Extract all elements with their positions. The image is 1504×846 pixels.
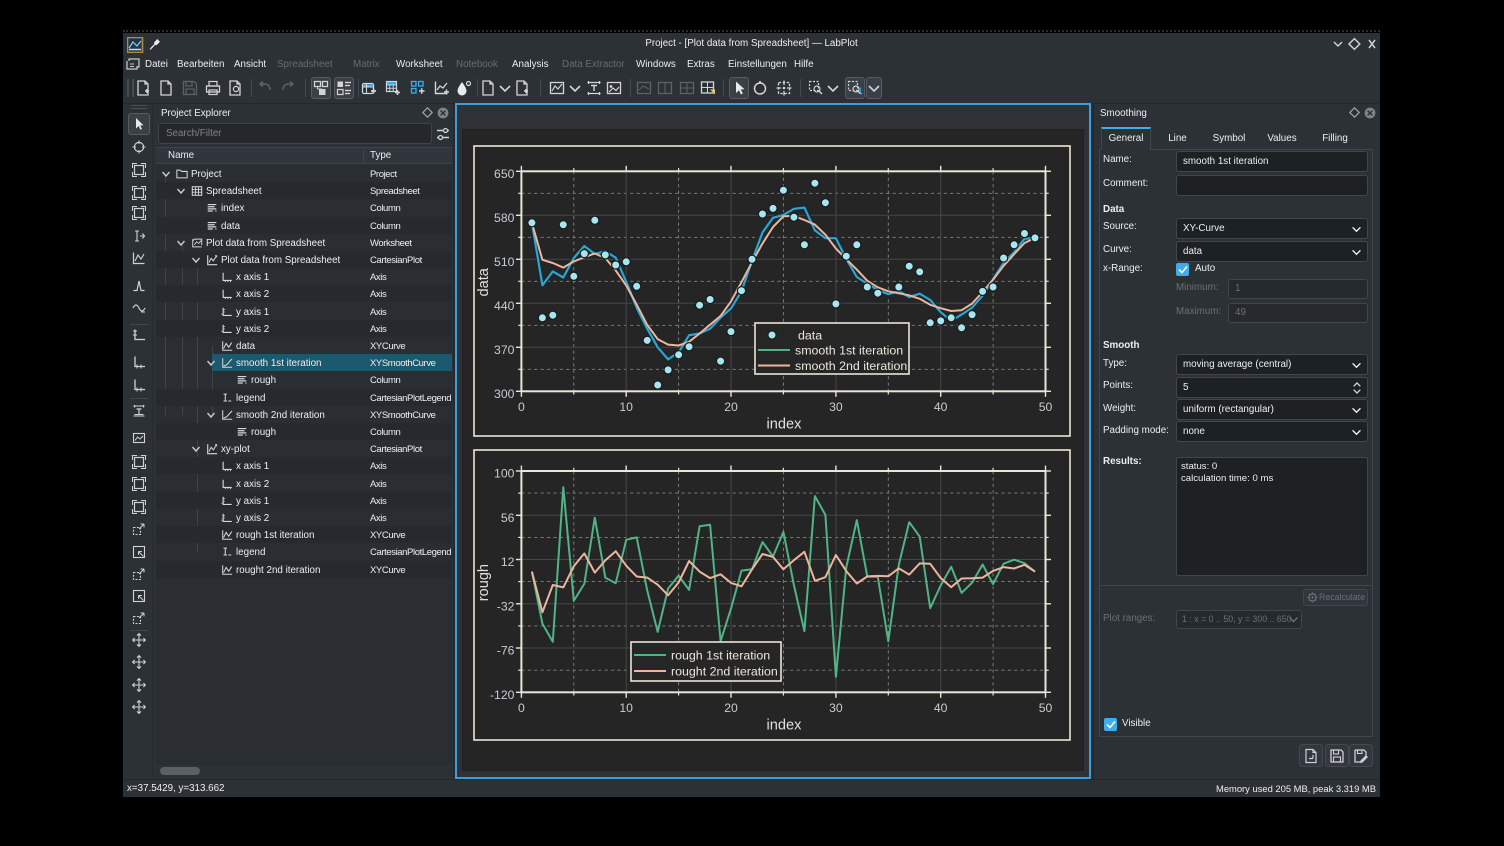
svg-text:300: 300 — [494, 387, 515, 401]
svg-text:580: 580 — [494, 211, 515, 225]
svg-text:100: 100 — [494, 467, 515, 481]
svg-text:20: 20 — [724, 400, 738, 414]
svg-text:40: 40 — [934, 701, 948, 715]
svg-text:rough: rough — [476, 564, 492, 601]
svg-text:data: data — [476, 267, 492, 296]
svg-text:1: 1 — [858, 86, 863, 96]
svg-text:50: 50 — [1039, 400, 1053, 414]
svg-text:10: 10 — [619, 400, 633, 414]
svg-text:56: 56 — [501, 511, 515, 525]
svg-text:index: index — [767, 717, 803, 733]
svg-text:30: 30 — [829, 701, 843, 715]
svg-text:10: 10 — [619, 701, 633, 715]
svg-text:smooth 2nd iteration: smooth 2nd iteration — [795, 359, 907, 373]
svg-text:510: 510 — [494, 255, 515, 269]
svg-text:50: 50 — [1039, 701, 1053, 715]
svg-text:650: 650 — [494, 167, 515, 181]
svg-text:smooth 1st iteration: smooth 1st iteration — [795, 344, 903, 358]
svg-text:40: 40 — [934, 400, 948, 414]
svg-text:rought 2nd iteration: rought 2nd iteration — [671, 665, 778, 679]
svg-text:0: 0 — [518, 701, 525, 715]
svg-text:-32: -32 — [497, 599, 515, 613]
svg-text:rough 1st iteration: rough 1st iteration — [671, 649, 770, 663]
svg-text:30: 30 — [829, 400, 843, 414]
svg-text:-76: -76 — [497, 644, 515, 658]
svg-text:12: 12 — [501, 555, 515, 569]
svg-text:data: data — [798, 329, 822, 343]
svg-text:370: 370 — [494, 343, 515, 357]
svg-text:index: index — [767, 416, 803, 432]
svg-text:20: 20 — [724, 701, 738, 715]
svg-text:-120: -120 — [490, 688, 515, 702]
svg-text:440: 440 — [494, 299, 515, 313]
svg-text:0: 0 — [518, 400, 525, 414]
